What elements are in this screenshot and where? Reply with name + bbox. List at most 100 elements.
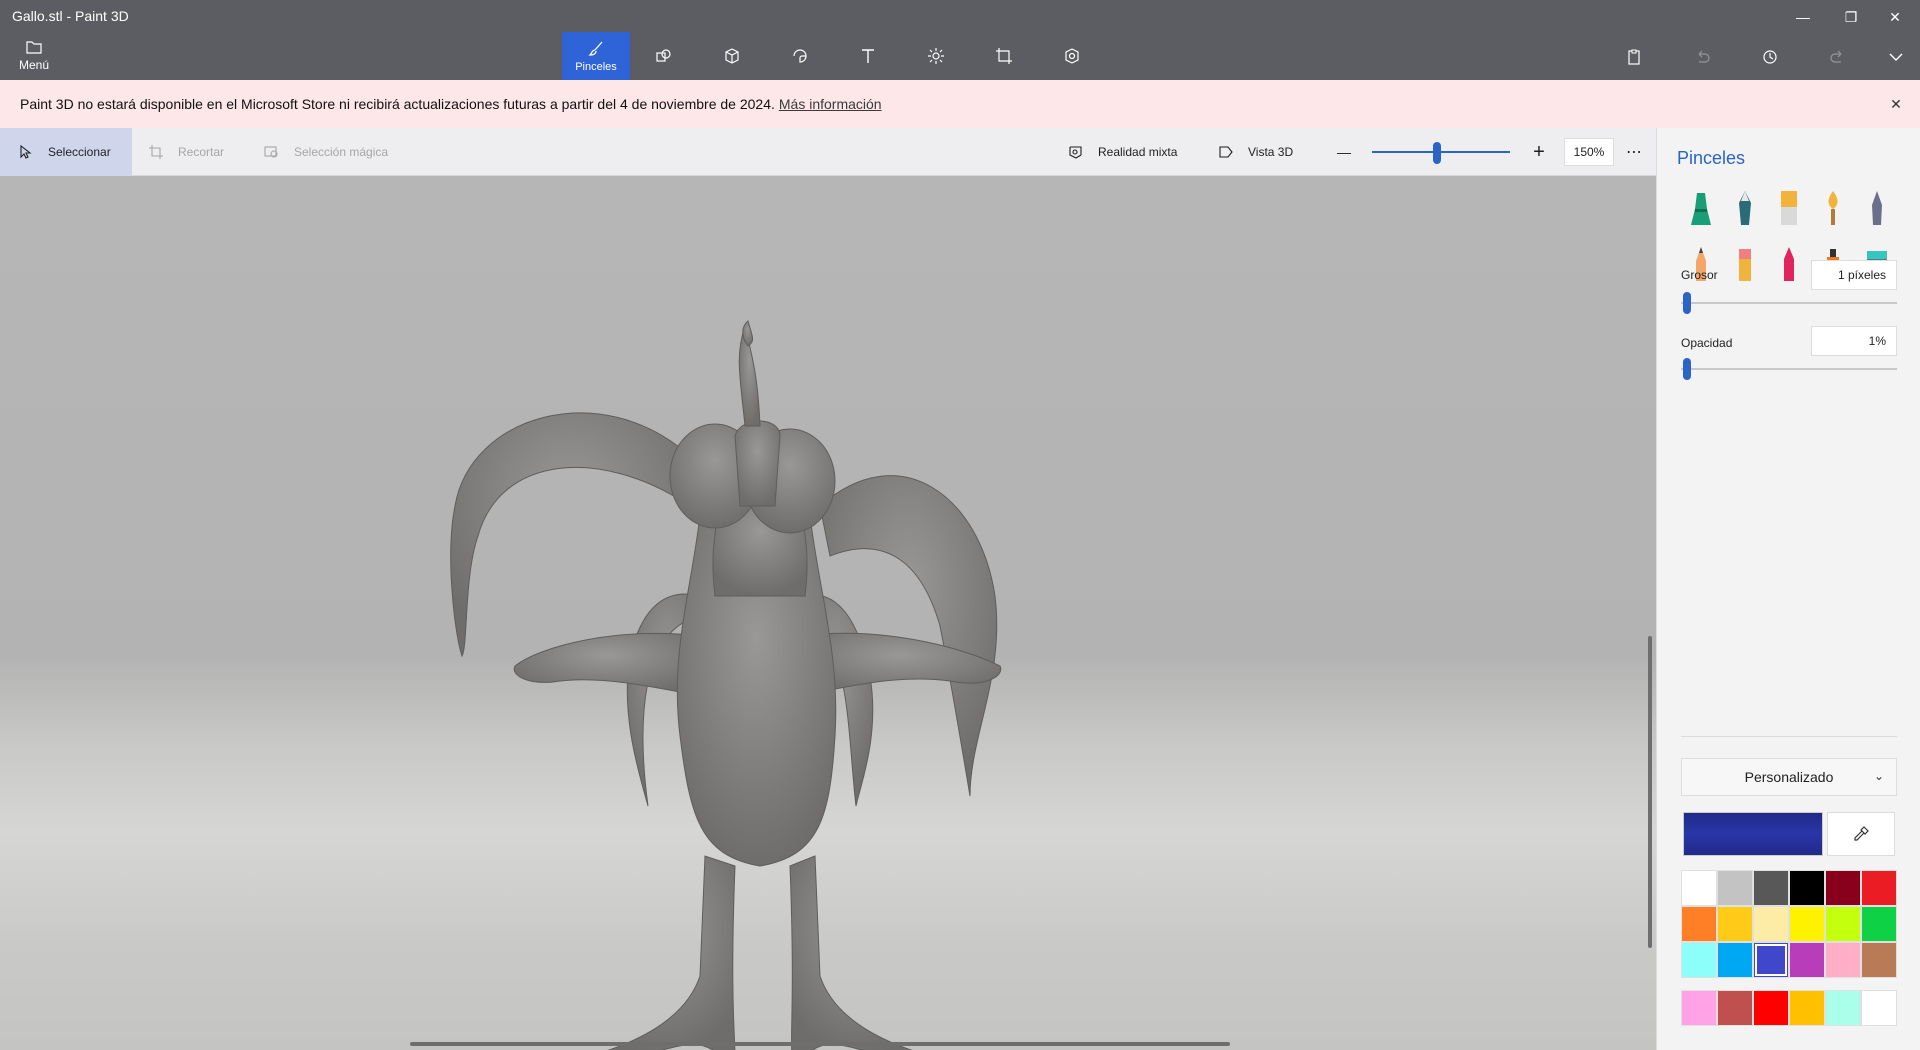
color-swatch[interactable]: [1753, 906, 1789, 942]
color-swatch[interactable]: [1681, 906, 1717, 942]
color-swatch[interactable]: [1753, 990, 1789, 1026]
color-swatch[interactable]: [1717, 990, 1753, 1026]
thickness-slider-thumb[interactable]: [1683, 292, 1692, 314]
zoom-slider-thumb[interactable]: [1433, 142, 1442, 164]
eraser-icon: [1739, 249, 1751, 281]
restore-button[interactable]: ❐: [1828, 0, 1874, 34]
current-color-preview[interactable]: [1683, 812, 1823, 856]
brush-watercolor[interactable]: [1813, 186, 1853, 232]
crayon-icon: [1784, 247, 1794, 281]
tool-effects[interactable]: [902, 32, 970, 80]
brush-pixel-pen[interactable]: [1857, 186, 1897, 232]
select-label: Seleccionar: [48, 145, 111, 159]
color-swatch[interactable]: [1753, 870, 1789, 906]
brush-marker[interactable]: [1681, 186, 1721, 232]
3d-library-icon: [1065, 48, 1079, 64]
thickness-label: Grosor: [1681, 268, 1718, 282]
notice-close-button[interactable]: ✕: [1886, 94, 1906, 114]
tool-3d-shapes[interactable]: [698, 32, 766, 80]
thickness-slider-track[interactable]: [1681, 302, 1897, 304]
title-bar: Gallo.stl - Paint 3D — ❐ ✕ Menú Pinceles: [0, 0, 1920, 80]
mixed-reality-icon: [1069, 146, 1082, 159]
view-3d-button[interactable]: Vista 3D: [1218, 128, 1293, 176]
brush-calligraphy-pen[interactable]: [1725, 186, 1765, 232]
brush-crayon[interactable]: [1769, 242, 1809, 288]
color-swatch[interactable]: [1717, 906, 1753, 942]
color-swatch[interactable]: [1789, 906, 1825, 942]
paste-button[interactable]: [1616, 40, 1652, 74]
panel-divider: [1681, 736, 1897, 737]
color-swatch[interactable]: [1861, 906, 1897, 942]
palette-dropdown[interactable]: Personalizado ⌄: [1681, 758, 1897, 796]
tool-brushes[interactable]: Pinceles: [562, 32, 630, 80]
deprecation-notice: Paint 3D no estará disponible en el Micr…: [0, 80, 1920, 128]
minimize-button[interactable]: —: [1780, 0, 1826, 34]
notice-text: Paint 3D no estará disponible en el Micr…: [20, 96, 775, 112]
select-button[interactable]: Seleccionar: [0, 128, 132, 176]
eyedropper-button[interactable]: [1827, 812, 1895, 856]
chevron-down-icon: [1889, 53, 1903, 61]
mixed-reality-button[interactable]: Realidad mixta: [1068, 128, 1177, 176]
color-swatch[interactable]: [1789, 990, 1825, 1026]
opacity-label: Opacidad: [1681, 336, 1733, 350]
history-button[interactable]: [1752, 40, 1788, 74]
brush-icon: [588, 41, 603, 56]
view-3d-icon: [1219, 146, 1233, 158]
canvas-viewport[interactable]: [0, 176, 1656, 1050]
watercolor-icon: [1828, 191, 1838, 225]
opacity-slider-track[interactable]: [1681, 368, 1897, 370]
color-swatch[interactable]: [1861, 870, 1897, 906]
zoom-in-button[interactable]: +: [1528, 128, 1550, 176]
vertical-scrollbar[interactable]: [1648, 636, 1652, 948]
window-title: Gallo.stl - Paint 3D: [12, 8, 129, 24]
color-swatch[interactable]: [1789, 870, 1825, 906]
tool-stickers[interactable]: [766, 32, 834, 80]
color-swatch[interactable]: [1825, 906, 1861, 942]
tool-text[interactable]: [834, 32, 902, 80]
color-swatch[interactable]: [1717, 870, 1753, 906]
color-swatch[interactable]: [1681, 990, 1717, 1026]
magic-select-icon: [264, 146, 278, 158]
color-swatch[interactable]: [1825, 990, 1861, 1026]
more-options-button[interactable]: ⋯: [1620, 128, 1648, 176]
color-swatch[interactable]: [1753, 942, 1789, 978]
crop-label: Recortar: [178, 145, 225, 159]
eyedropper-icon: [1854, 826, 1869, 841]
custom-color-swatches: [1681, 990, 1897, 1026]
color-swatch[interactable]: [1681, 870, 1717, 906]
color-swatch[interactable]: [1825, 870, 1861, 906]
brush-oil[interactable]: [1769, 186, 1809, 232]
sun-icon: [928, 48, 944, 64]
tool-canvas[interactable]: [970, 32, 1038, 80]
close-window-button[interactable]: ✕: [1872, 0, 1918, 34]
expand-ribbon-button[interactable]: [1878, 40, 1914, 74]
undo-icon: [1698, 50, 1710, 63]
rooster-3d-model[interactable]: [0, 176, 1656, 1050]
color-swatch[interactable]: [1861, 990, 1897, 1026]
marker-icon: [1691, 193, 1711, 225]
magic-select-label: Selección mágica: [294, 145, 389, 159]
brush-eraser[interactable]: [1725, 242, 1765, 288]
color-swatch[interactable]: [1789, 942, 1825, 978]
color-swatch[interactable]: [1681, 942, 1717, 978]
menu-button[interactable]: Menú: [8, 34, 60, 76]
tool-2d-shapes[interactable]: [630, 32, 698, 80]
thickness-input[interactable]: 1 píxeles: [1811, 260, 1897, 290]
opacity-slider-thumb[interactable]: [1683, 358, 1692, 380]
tool-3d-library[interactable]: [1038, 32, 1106, 80]
zoom-out-button[interactable]: —: [1334, 128, 1354, 176]
opacity-input[interactable]: 1%: [1811, 326, 1897, 356]
undo-button[interactable]: [1684, 40, 1720, 74]
redo-button[interactable]: [1820, 40, 1856, 74]
color-swatch[interactable]: [1825, 942, 1861, 978]
command-bar: Seleccionar Recortar Selección mágica Re…: [0, 128, 1656, 176]
crop-button[interactable]: Recortar: [148, 128, 224, 176]
color-swatch[interactable]: [1717, 942, 1753, 978]
zoom-value[interactable]: 150%: [1564, 138, 1614, 166]
horizontal-scrollbar[interactable]: [410, 1042, 1230, 1046]
brushes-panel: Pinceles Grosor 1 píxeles Opacidad 1% Pe…: [1656, 128, 1920, 1050]
more-info-link[interactable]: Más información: [779, 96, 882, 112]
color-swatch[interactable]: [1861, 942, 1897, 978]
color-swatches: [1681, 870, 1897, 978]
magic-select-button[interactable]: Selección mágica: [264, 128, 388, 176]
